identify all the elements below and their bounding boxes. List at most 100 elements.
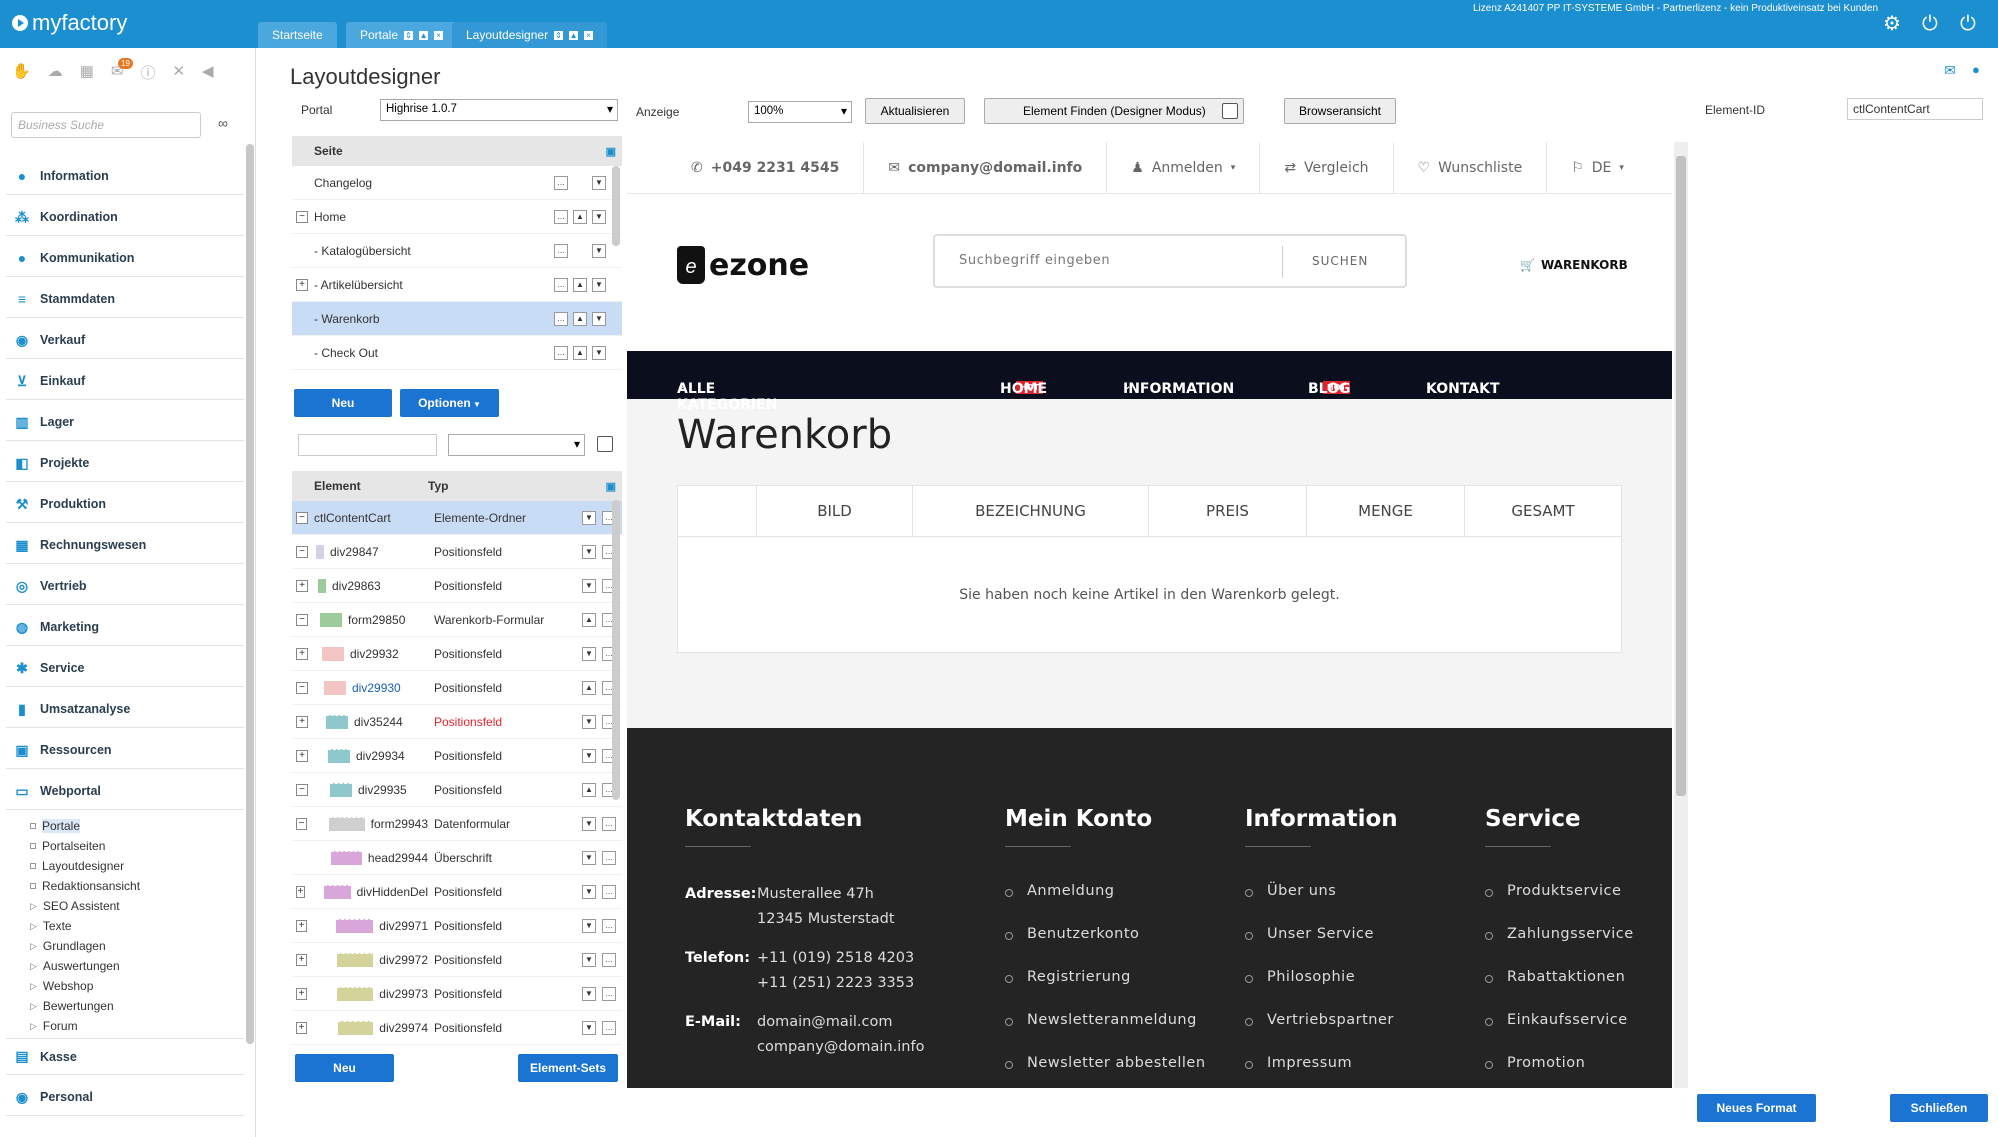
element-row[interactable]: − form29943 Datenformular ▼… — [292, 807, 622, 841]
expand-icon[interactable]: + — [296, 885, 305, 898]
nav-personal[interactable]: ◉ Personal — [6, 1079, 244, 1116]
tab-close-icon[interactable]: × — [584, 30, 594, 40]
move-up-icon[interactable]: ▲ — [573, 312, 587, 326]
footer-link[interactable]: Promotion — [1484, 1055, 1585, 1071]
refresh-button[interactable]: Aktualisieren — [865, 98, 965, 124]
nav-service[interactable]: ✱ Service — [6, 650, 244, 687]
more-icon[interactable]: … — [554, 312, 568, 326]
nav-stammdaten[interactable]: ≡ Stammdaten — [6, 281, 244, 318]
binoculars-icon[interactable]: ∞ — [218, 115, 228, 131]
more-icon[interactable]: … — [554, 346, 568, 360]
footer-link[interactable]: Unser Service — [1245, 926, 1374, 942]
zoom-select[interactable]: 100% — [748, 101, 852, 123]
page-row-selected[interactable]: - Warenkorb… ▲ ▼ — [292, 302, 622, 336]
element-row[interactable]: + div29974 Positionsfeld ▼… — [292, 1011, 622, 1045]
element-row[interactable]: + div29932 Positionsfeld ▼… — [292, 637, 622, 671]
move-icon[interactable]: ▼ — [582, 545, 596, 559]
cloud-icon[interactable]: ☁ — [48, 62, 63, 83]
nav-projekte[interactable]: ◧ Projekte — [6, 445, 244, 482]
expand-icon[interactable]: + — [296, 919, 308, 932]
nav-lager[interactable]: ▥ Lager — [6, 404, 244, 441]
preview-search-button[interactable]: SUCHEN — [1312, 254, 1368, 268]
preview-login[interactable]: ♟ Anmelden ▾ — [1107, 142, 1261, 193]
move-icon[interactable]: ▼ — [582, 919, 596, 933]
tab-up-icon[interactable]: ▲ — [419, 30, 429, 40]
subnav-bewertungen[interactable]: ▷ Bewertungen — [30, 999, 114, 1013]
footer-link[interactable]: Registrierung — [1005, 969, 1131, 985]
element-row[interactable]: + div35244 Positionsfeld ▼… — [292, 705, 622, 739]
sidebar-scrollbar[interactable] — [246, 144, 254, 1044]
move-up-icon[interactable]: ▲ — [573, 210, 587, 224]
footer-link[interactable]: Newsletter abbestellen — [1005, 1055, 1206, 1071]
subnav-portalseiten[interactable]: Portalseiten — [30, 839, 105, 853]
nav-webportal[interactable]: ▭ Webportal — [6, 773, 244, 810]
new-element-button[interactable]: Neu — [295, 1054, 394, 1082]
more-icon[interactable]: … — [554, 244, 568, 258]
element-row[interactable]: − form29850 Warenkorb-Formular ▲… — [292, 603, 622, 637]
filter-checkbox[interactable] — [597, 436, 613, 452]
subnav-layoutdesigner[interactable]: Layoutdesigner — [30, 859, 124, 873]
move-down-icon[interactable]: ▼ — [592, 210, 606, 224]
more-icon[interactable]: … — [602, 919, 616, 933]
footer-link[interactable]: Rabattaktionen — [1484, 969, 1625, 985]
move-up-icon[interactable]: ▲ — [573, 278, 587, 292]
page-row[interactable]: - Check Out… ▲ ▼ — [292, 336, 622, 370]
expand-icon[interactable]: + — [296, 579, 308, 592]
nav-verkauf[interactable]: ◉ Verkauf — [6, 322, 244, 359]
element-row-selected[interactable]: − ctlContentCart Elemente-Ordner ▼… — [292, 501, 622, 535]
footer-link[interactable]: Vertriebspartner — [1245, 1012, 1394, 1028]
calendar-icon[interactable]: ▦ — [80, 62, 94, 83]
element-filter-input[interactable] — [298, 434, 437, 456]
move-icon[interactable]: ▼ — [582, 817, 596, 831]
move-up-icon[interactable]: ▲ — [573, 346, 587, 360]
expand-icon[interactable]: + — [296, 749, 308, 762]
footer-link[interactable]: Produktservice — [1484, 883, 1621, 899]
element-row[interactable]: + div29972 Positionsfeld ▼… — [292, 943, 622, 977]
nav-information[interactable]: ● Information — [6, 158, 244, 195]
find-element-button[interactable]: Element Finden (Designer Modus) — [984, 98, 1244, 124]
footer-link[interactable]: Philosophie — [1244, 969, 1355, 985]
portal-select[interactable]: Highrise 1.0.7 — [380, 99, 618, 121]
element-row[interactable]: head29944 Überschrift ▼… — [292, 841, 622, 875]
move-icon[interactable]: ▼ — [582, 647, 596, 661]
elements-scrollbar[interactable] — [612, 500, 620, 800]
collapse-icon[interactable]: − — [296, 511, 308, 524]
footer-link[interactable]: Zahlungsservice — [1485, 926, 1634, 942]
page-row[interactable]: - Katalogübersicht… ▼ — [292, 234, 622, 268]
element-row[interactable]: − div29847 Positionsfeld ▼… — [292, 535, 622, 569]
expand-icon[interactable]: + — [296, 715, 308, 728]
page-row[interactable]: + - Artikelübersicht… ▲ ▼ — [292, 268, 622, 302]
element-sets-button[interactable]: Element-Sets — [518, 1054, 618, 1082]
expand-icon[interactable]: + — [296, 987, 307, 1000]
move-icon[interactable]: ▼ — [582, 715, 596, 729]
element-row[interactable]: − div29935 Positionsfeld ▲… — [292, 773, 622, 807]
collapse-icon[interactable]: − — [296, 681, 308, 694]
move-icon[interactable]: ▼ — [582, 885, 596, 899]
app-logo[interactable]: myfactory — [12, 10, 127, 36]
preview-cart-link[interactable]: 🛒 WARENKORB — [1520, 258, 1628, 272]
move-icon[interactable]: ▼ — [582, 987, 596, 1001]
move-icon[interactable]: ▲ — [582, 681, 596, 695]
more-icon[interactable]: … — [602, 817, 616, 831]
footer-link[interactable]: Anmeldung — [1004, 883, 1114, 899]
more-icon[interactable]: … — [554, 176, 568, 190]
move-icon[interactable]: ▼ — [582, 1021, 596, 1035]
move-icon[interactable]: ▲ — [582, 783, 596, 797]
preview-lang[interactable]: ⚐ DE ▾ — [1547, 142, 1648, 193]
tab-up-icon[interactable]: ▲ — [569, 30, 579, 40]
collapse-icon[interactable]: − — [296, 210, 308, 223]
nav-einkauf[interactable]: ⊻ Einkauf — [6, 363, 244, 400]
element-row[interactable]: + div29863 Positionsfeld ▼… — [292, 569, 622, 603]
footer-link[interactable]: Newsletteranmeldung — [1005, 1012, 1197, 1028]
subnav-seo-assistent[interactable]: ▷ SEO Assistent — [30, 899, 120, 913]
move-down-icon[interactable]: ▼ — [592, 312, 606, 326]
footer-link[interactable]: Impressum — [1244, 1055, 1352, 1071]
element-id-field[interactable]: ctlContentCart — [1847, 98, 1983, 120]
tab-portale[interactable]: Portale ⇕ ▲ × — [346, 22, 458, 48]
preview-email[interactable]: ✉ company@domail.info — [864, 142, 1108, 193]
collapse-icon[interactable]: ◀ — [202, 62, 214, 83]
preview-scrollbar[interactable] — [1674, 142, 1688, 1088]
more-icon[interactable]: … — [554, 278, 568, 292]
nav-koordination[interactable]: ⁂ Koordination — [6, 199, 244, 236]
more-icon[interactable]: … — [602, 1021, 616, 1035]
